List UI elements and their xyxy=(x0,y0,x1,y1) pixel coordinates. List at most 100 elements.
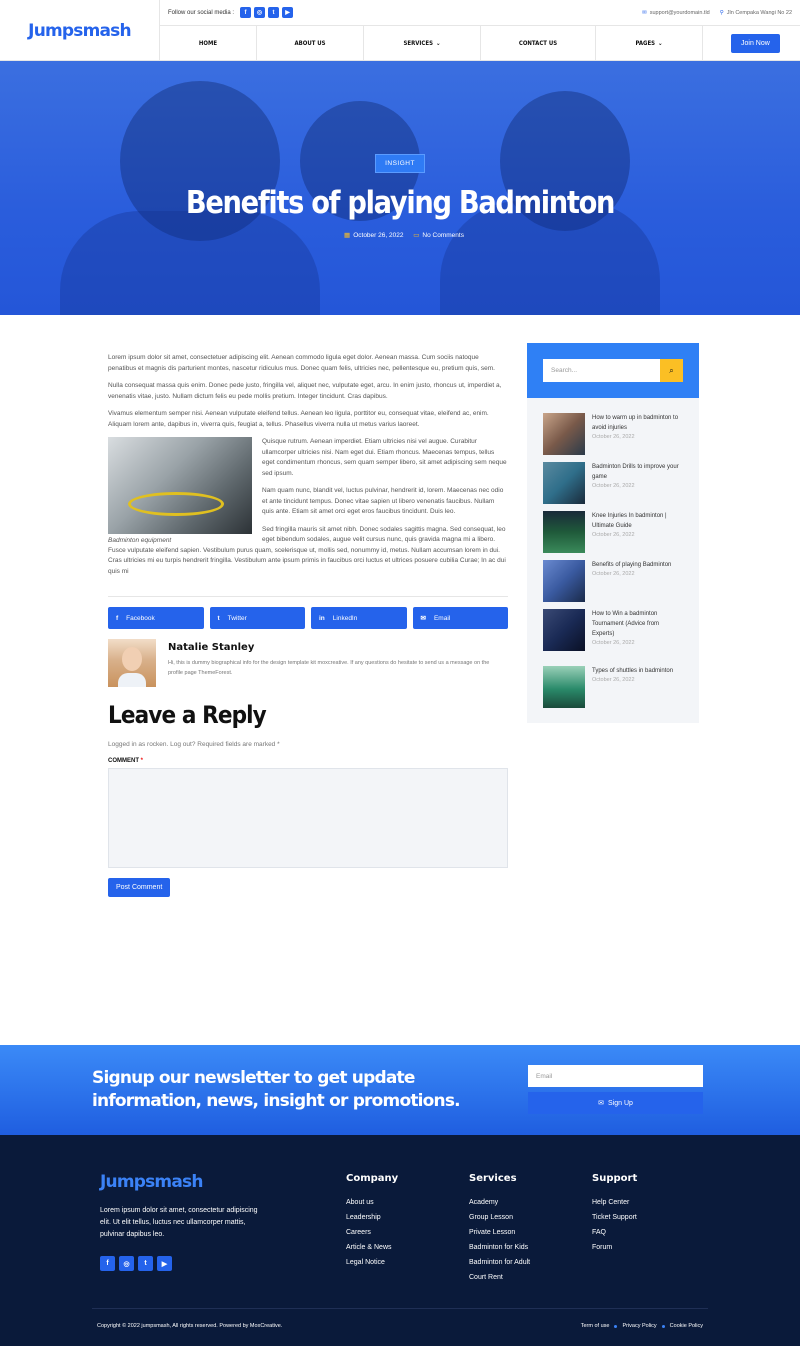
footer-link[interactable]: Academy xyxy=(469,1195,530,1210)
post-thumbnail[interactable] xyxy=(543,560,585,602)
footer-link[interactable]: About us xyxy=(346,1195,398,1210)
footer-link[interactable]: Help Center xyxy=(592,1195,637,1210)
footer-column-title: Support xyxy=(592,1173,638,1184)
footer-link[interactable]: Private Lesson xyxy=(469,1225,530,1240)
newsletter-heading: Signup our newsletter to get update info… xyxy=(92,1068,461,1111)
newsletter-email-input[interactable]: Email xyxy=(528,1065,703,1087)
post-thumbnail[interactable] xyxy=(543,462,585,504)
category-badge[interactable]: INSIGHT xyxy=(375,154,425,173)
join-now-button[interactable]: Join Now xyxy=(731,33,780,53)
recent-post-title[interactable]: How to Win a badminton Tournament (Advic… xyxy=(592,609,683,639)
sign-up-button[interactable]: ✉ Sign Up xyxy=(528,1092,703,1114)
recent-post-date: October 26, 2022 xyxy=(592,640,635,646)
recent-post-item[interactable]: How to warm up in badminton to avoid inj… xyxy=(543,413,683,462)
footer-link[interactable]: Court Rent xyxy=(469,1270,530,1285)
address-text: Jln Cempaka Wangi No 22 xyxy=(726,9,792,16)
footer-link[interactable]: Forum xyxy=(592,1240,637,1255)
post-thumbnail[interactable] xyxy=(543,666,585,708)
facebook-icon[interactable]: f xyxy=(100,1256,115,1271)
logged-in-notice: Logged in as rocken. Log out? Required f… xyxy=(108,741,280,748)
post-date[interactable]: October 26, 2022 xyxy=(353,232,403,239)
post-thumbnail[interactable] xyxy=(543,413,585,455)
share-email-button[interactable]: ✉ Email xyxy=(412,607,508,629)
email-info[interactable]: ✉ support@yourdomain.tld xyxy=(642,10,710,16)
nav-contact[interactable]: CONTACT US xyxy=(481,26,596,60)
logo-box[interactable]: Jumpsmash xyxy=(0,0,160,61)
recent-post-title[interactable]: Badminton Drills to improve your game xyxy=(592,462,683,482)
recent-post-text: How to warm up in badminton to avoid inj… xyxy=(592,413,683,462)
avatar xyxy=(108,639,156,687)
footer-link[interactable]: Ticket Support xyxy=(592,1210,637,1225)
mail-icon: ✉ xyxy=(420,615,426,622)
search-input[interactable]: Search... xyxy=(543,359,660,382)
footer-link[interactable]: Badminton for Adult xyxy=(469,1255,530,1270)
facebook-icon[interactable]: f xyxy=(240,7,252,18)
recent-post-item[interactable]: Types of shuttles in badminton October 2… xyxy=(543,666,683,715)
footer-link[interactable]: Badminton for Kids xyxy=(469,1240,530,1255)
footer-services-column: Services Academy Group Lesson Private Le… xyxy=(469,1173,530,1285)
recent-post-item[interactable]: Badminton Drills to improve your game Oc… xyxy=(543,462,683,511)
sidebar: Search... ⌕ How to warm up in badminton … xyxy=(527,343,699,723)
author-name[interactable]: Natalie Stanley xyxy=(168,642,498,653)
share-label: Facebook xyxy=(126,614,155,622)
youtube-icon[interactable]: ▶ xyxy=(157,1256,172,1271)
footer-description: Lorem ipsum dolor sit amet, consectetur … xyxy=(100,1207,258,1238)
share-twitter-button[interactable]: t Twitter xyxy=(209,607,305,629)
comment-icon: ▭ xyxy=(413,232,420,239)
footer-link[interactable]: Group Lesson xyxy=(469,1210,530,1225)
post-thumbnail[interactable] xyxy=(543,511,585,553)
twitter-icon[interactable]: t xyxy=(268,7,280,18)
recent-post-title[interactable]: How to warm up in badminton to avoid inj… xyxy=(592,413,683,433)
recent-post-text: How to Win a badminton Tournament (Advic… xyxy=(592,609,683,666)
reply-heading: Leave a Reply xyxy=(108,701,267,729)
recent-post-text: Benefits of playing Badminton October 26… xyxy=(592,560,671,609)
recent-post-item[interactable]: Benefits of playing Badminton October 26… xyxy=(543,560,683,609)
nav-about[interactable]: ABOUT US xyxy=(257,26,364,60)
nav-services[interactable]: SERVICES ⌄ xyxy=(364,26,481,60)
footer-link[interactable]: Leadership xyxy=(346,1210,398,1225)
article-body: Lorem ipsum dolor sit amet, consectetuer… xyxy=(108,353,508,897)
footer-column-title: Company xyxy=(346,1173,399,1184)
recent-post-item[interactable]: How to Win a badminton Tournament (Advic… xyxy=(543,609,683,666)
recent-post-item[interactable]: Knee Injuries In badminton | Ultimate Gu… xyxy=(543,511,683,560)
footer-link[interactable]: Careers xyxy=(346,1225,398,1240)
newsletter-section: Signup our newsletter to get update info… xyxy=(0,1045,800,1135)
nav-pages[interactable]: PAGES ⌄ xyxy=(596,26,703,60)
post-comments[interactable]: No Comments xyxy=(422,232,464,239)
recent-post-title[interactable]: Knee Injuries In badminton | Ultimate Gu… xyxy=(592,511,683,531)
instagram-icon[interactable]: ◎ xyxy=(119,1256,134,1271)
paragraph: Lorem ipsum dolor sit amet, consectetuer… xyxy=(108,354,495,372)
post-comment-button[interactable]: Post Comment xyxy=(108,878,171,897)
cookie-link[interactable]: Cookie Policy xyxy=(670,1323,703,1329)
mail-icon: ✉ xyxy=(642,9,647,16)
divider xyxy=(108,596,508,597)
footer-link[interactable]: Article & News xyxy=(346,1240,398,1255)
recent-post-title[interactable]: Types of shuttles in badminton xyxy=(592,666,673,676)
nav-home[interactable]: HOME xyxy=(160,26,257,60)
search-button[interactable]: ⌕ xyxy=(660,359,683,382)
share-linkedin-button[interactable]: in LinkedIn xyxy=(311,607,407,629)
twitter-icon: t xyxy=(217,614,220,622)
post-thumbnail[interactable] xyxy=(543,609,585,651)
recent-post-date: October 26, 2022 xyxy=(592,571,635,577)
recent-post-date: October 26, 2022 xyxy=(592,434,635,440)
footer-link[interactable]: FAQ xyxy=(592,1225,637,1240)
recent-post-title[interactable]: Benefits of playing Badminton xyxy=(592,560,671,570)
share-buttons: f Facebook t Twitter in LinkedIn ✉ Email xyxy=(108,607,508,629)
footer-link[interactable]: Legal Notice xyxy=(346,1255,398,1270)
search-icon: ⌕ xyxy=(669,365,674,375)
instagram-icon[interactable]: ◎ xyxy=(254,7,266,18)
recent-post-date: October 26, 2022 xyxy=(592,677,635,683)
site-logo[interactable]: Jumpsmash xyxy=(28,21,131,41)
author-box: Natalie Stanley Hi, this is dummy biogra… xyxy=(108,639,508,687)
comment-textarea[interactable] xyxy=(108,768,508,868)
hero-content: INSIGHT Benefits of playing Badminton ▦ O… xyxy=(0,154,800,239)
youtube-icon[interactable]: ▶ xyxy=(282,7,294,18)
twitter-icon[interactable]: t xyxy=(138,1256,153,1271)
footer-social: f ◎ t ▶ xyxy=(100,1256,172,1271)
footer-logo[interactable]: Jumpsmash xyxy=(100,1172,203,1192)
privacy-link[interactable]: Privacy Policy xyxy=(622,1323,656,1329)
author-bio: Hi, this is dummy biographical info for … xyxy=(168,660,490,676)
terms-link[interactable]: Term of use xyxy=(581,1323,610,1329)
share-facebook-button[interactable]: f Facebook xyxy=(108,607,204,629)
